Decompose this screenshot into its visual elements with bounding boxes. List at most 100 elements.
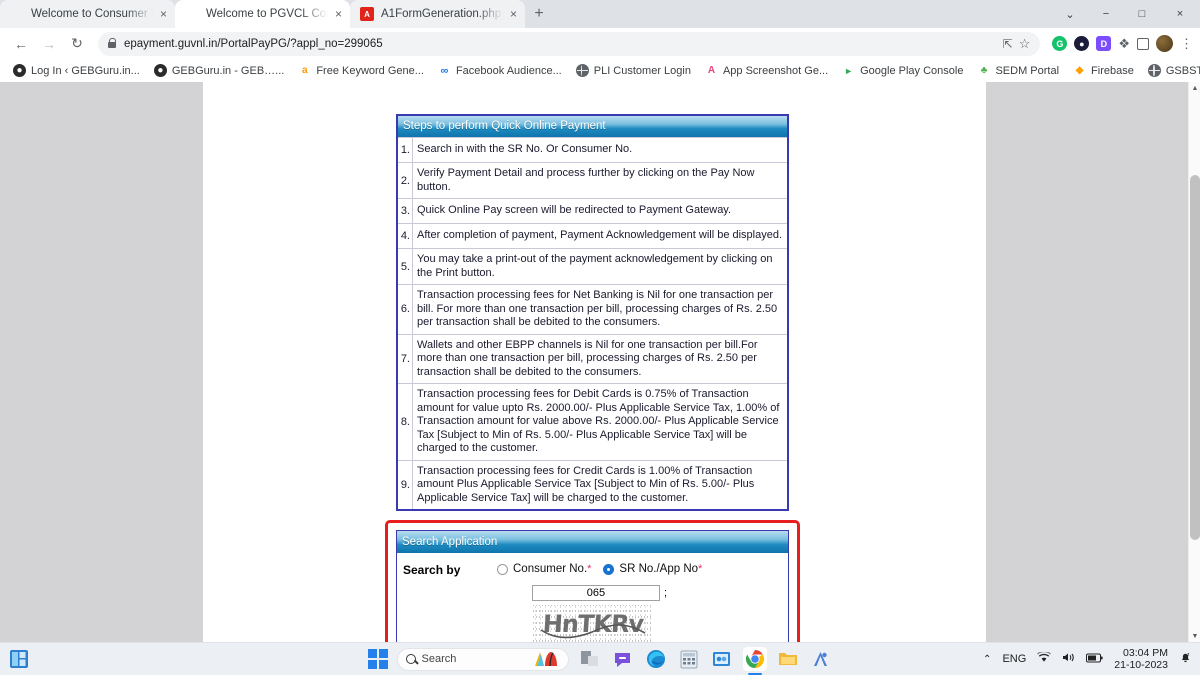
close-window-button[interactable]: × bbox=[1160, 0, 1200, 28]
step-number: 9. bbox=[398, 460, 413, 509]
application-number-input[interactable] bbox=[531, 585, 660, 601]
avatar[interactable] bbox=[1156, 35, 1173, 52]
bookmark-label: Log In ‹ GEBGuru.in... bbox=[31, 64, 140, 77]
calculator-icon[interactable] bbox=[677, 647, 701, 671]
step-number: 2. bbox=[398, 163, 413, 198]
search-panel-header: Search Application bbox=[397, 531, 788, 553]
step-text: Transaction processing fees for Debit Ca… bbox=[417, 388, 780, 454]
search-by-row: Search by Consumer No. * SR No./App No * bbox=[397, 553, 788, 577]
dashlane-extension-icon[interactable]: D bbox=[1096, 36, 1112, 51]
address-bar[interactable]: epayment.guvnl.in/PortalPayPG/?appl_no=2… bbox=[98, 31, 1041, 56]
browser-tab-2[interactable]: A A1FormGeneration.php.pdf × bbox=[350, 0, 525, 28]
svg-text:z: z bbox=[1187, 652, 1190, 658]
tab-search-chevron-down-icon[interactable]: ⌄ bbox=[1052, 0, 1088, 28]
steps-row: 2. Verify Payment Detail and process fur… bbox=[398, 162, 787, 198]
scrollbar-thumb[interactable] bbox=[1190, 175, 1200, 540]
bookmark-label: PLI Customer Login bbox=[593, 64, 691, 77]
browser-window: Welcome to Consumer Web Por × Welcome to… bbox=[0, 0, 1200, 675]
step-text: Transaction processing fees for Net Bank… bbox=[417, 289, 778, 328]
close-icon[interactable]: × bbox=[335, 8, 342, 20]
steps-row: 8. Transaction processing fees for Debit… bbox=[398, 383, 787, 460]
steps-row: 7. Wallets and other EBPP channels is Ni… bbox=[398, 333, 787, 383]
tray-chevron-up-icon[interactable]: ⌃ bbox=[983, 654, 991, 665]
share-icon[interactable]: ⇱ bbox=[1003, 37, 1013, 51]
bookmark-item[interactable]: ◆ Firebase bbox=[1066, 64, 1141, 77]
edge-icon[interactable] bbox=[644, 647, 668, 671]
radio-sr-no[interactable] bbox=[603, 563, 615, 575]
bookmark-item[interactable]: ♣ SEDM Portal bbox=[970, 64, 1066, 77]
back-icon[interactable]: ← bbox=[8, 31, 34, 57]
maximize-button[interactable]: □ bbox=[1124, 0, 1160, 28]
bookmark-item[interactable]: ● Log In ‹ GEBGuru.in... bbox=[6, 64, 147, 77]
semicolon-text: ; bbox=[663, 587, 668, 599]
lock-icon bbox=[108, 37, 116, 48]
bookmark-item[interactable]: a Free Keyword Gene... bbox=[291, 64, 431, 77]
page-viewport: Steps to perform Quick Online Payment 1.… bbox=[0, 82, 1200, 675]
store-icon[interactable] bbox=[809, 647, 833, 671]
page-scrollbar[interactable]: ▲ ▼ bbox=[1188, 82, 1200, 642]
globe-icon bbox=[1147, 64, 1161, 77]
reload-icon[interactable]: ↻ bbox=[64, 31, 90, 57]
windows-taskbar: Search ⌃ ENG 03:04 PM 21-10-2023 z bbox=[0, 642, 1200, 675]
side-panel-icon[interactable] bbox=[1137, 37, 1149, 50]
minimize-button[interactable]: − bbox=[1088, 0, 1124, 28]
system-tray: ⌃ ENG 03:04 PM 21-10-2023 z bbox=[983, 647, 1192, 671]
steps-row: 9. Transaction processing fees for Credi… bbox=[398, 459, 787, 509]
extensions-puzzle-icon[interactable]: ❖ bbox=[1118, 36, 1130, 52]
close-icon[interactable]: × bbox=[510, 8, 517, 20]
windows-start-icon[interactable] bbox=[367, 649, 388, 669]
steps-row: 1. Search in with the SR No. Or Consumer… bbox=[398, 137, 787, 162]
bookmark-label: Facebook Audience... bbox=[455, 64, 562, 77]
required-asterisk: * bbox=[587, 563, 592, 575]
bookmark-label: GEBGuru.in - GEB…... bbox=[171, 64, 285, 77]
radio-consumer-no-label: Consumer No. bbox=[513, 563, 588, 575]
notification-bell-icon[interactable]: z bbox=[1179, 651, 1192, 667]
pdf-icon: A bbox=[360, 7, 374, 21]
bookmark-item[interactable]: ► Google Play Console bbox=[835, 64, 970, 77]
globe-icon bbox=[185, 7, 199, 21]
bookmarks-bar: ● Log In ‹ GEBGuru.in... ● GEBGuru.in - … bbox=[0, 59, 1200, 82]
wifi-icon[interactable] bbox=[1037, 651, 1052, 666]
bookmark-item[interactable]: PLI Customer Login bbox=[569, 64, 698, 77]
scroll-up-icon[interactable]: ▲ bbox=[1189, 82, 1200, 94]
steps-row: 5. You may take a print-out of the payme… bbox=[398, 248, 787, 284]
honey-extension-icon[interactable]: ● bbox=[1074, 36, 1090, 51]
teamviewer-icon[interactable] bbox=[710, 647, 734, 671]
site-icon: ● bbox=[153, 64, 167, 77]
tab-title: Welcome to Consumer Web Por bbox=[31, 8, 153, 20]
grammarly-extension-icon[interactable]: G bbox=[1052, 36, 1068, 51]
taskbar-search-box[interactable]: Search bbox=[396, 647, 569, 671]
star-icon[interactable]: ☆ bbox=[1019, 36, 1031, 52]
scroll-down-icon[interactable]: ▼ bbox=[1189, 630, 1200, 642]
globe-icon bbox=[575, 64, 589, 77]
bookmark-item[interactable]: ● GEBGuru.in - GEB…... bbox=[147, 64, 291, 77]
chrome-icon[interactable] bbox=[742, 647, 767, 671]
step-number: 8. bbox=[398, 384, 413, 460]
bookmark-item[interactable]: GSBSTB-TEXTBOOK bbox=[1141, 64, 1200, 77]
radio-sr-no-label: SR No./App No bbox=[619, 563, 699, 575]
volume-icon[interactable] bbox=[1062, 652, 1075, 666]
chat-icon[interactable] bbox=[611, 647, 635, 671]
tab-title: Welcome to PGVCL Consumer W bbox=[206, 8, 328, 20]
bookmark-item[interactable]: ∞ Facebook Audience... bbox=[431, 64, 569, 77]
browser-tab-0[interactable]: Welcome to Consumer Web Por × bbox=[0, 0, 175, 28]
browser-tab-1[interactable]: Welcome to PGVCL Consumer W × bbox=[175, 0, 350, 28]
language-indicator[interactable]: ENG bbox=[1002, 653, 1026, 665]
clock[interactable]: 03:04 PM 21-10-2023 bbox=[1114, 647, 1168, 671]
clock-date: 21-10-2023 bbox=[1114, 659, 1168, 671]
browser-menu-icon[interactable]: ⋮ bbox=[1180, 36, 1193, 52]
widgets-icon[interactable] bbox=[578, 647, 602, 671]
new-tab-button[interactable]: + bbox=[525, 0, 553, 28]
firebase-icon: ◆ bbox=[1075, 65, 1084, 76]
battery-icon[interactable] bbox=[1086, 652, 1103, 666]
step-number: 1. bbox=[398, 138, 413, 162]
bookmark-item[interactable]: A App Screenshot Ge... bbox=[698, 64, 835, 77]
radio-consumer-no[interactable] bbox=[497, 563, 508, 575]
steps-row: 6. Transaction processing fees for Net B… bbox=[398, 284, 787, 334]
step-number: 6. bbox=[398, 285, 413, 334]
captcha-image-wrapper: HnTKRv bbox=[397, 605, 788, 643]
file-explorer-icon[interactable] bbox=[776, 647, 800, 671]
close-icon[interactable]: × bbox=[160, 8, 167, 20]
search-icon bbox=[405, 654, 416, 664]
forward-icon[interactable]: → bbox=[36, 31, 62, 57]
